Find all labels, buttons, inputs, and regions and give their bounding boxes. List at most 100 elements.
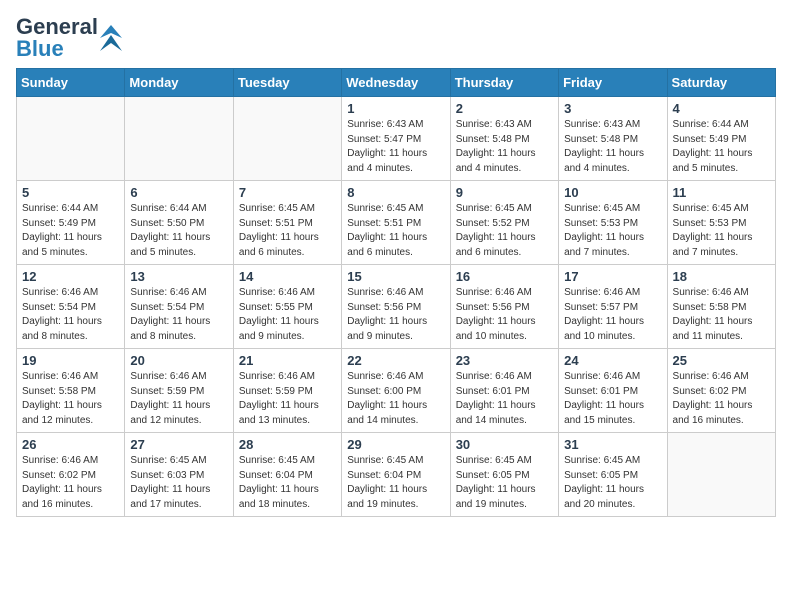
day-info: Sunrise: 6:43 AMSunset: 5:47 PMDaylight:… bbox=[347, 118, 444, 176]
calendar-cell bbox=[125, 97, 233, 181]
day-number: 26 bbox=[22, 437, 119, 452]
day-number: 6 bbox=[130, 185, 227, 200]
calendar-cell bbox=[233, 97, 341, 181]
day-number: 4 bbox=[673, 101, 770, 116]
day-info: Sunrise: 6:46 AMSunset: 5:56 PMDaylight:… bbox=[456, 286, 553, 344]
calendar-cell: 13Sunrise: 6:46 AMSunset: 5:54 PMDayligh… bbox=[125, 265, 233, 349]
day-number: 13 bbox=[130, 269, 227, 284]
day-number: 17 bbox=[564, 269, 661, 284]
day-info: Sunrise: 6:45 AMSunset: 5:53 PMDaylight:… bbox=[564, 202, 661, 260]
day-number: 24 bbox=[564, 353, 661, 368]
day-number: 8 bbox=[347, 185, 444, 200]
day-number: 22 bbox=[347, 353, 444, 368]
calendar-cell: 28 Sunrise: 6:45 AMSunset: 6:04 PMDayligh… bbox=[233, 433, 341, 517]
calendar-cell: 9Sunrise: 6:45 AMSunset: 5:52 PMDaylight… bbox=[450, 181, 558, 265]
calendar-cell: 2Sunrise: 6:43 AMSunset: 5:48 PMDaylight… bbox=[450, 97, 558, 181]
day-number: 7 bbox=[239, 185, 336, 200]
day-number: 5 bbox=[22, 185, 119, 200]
day-number: 11 bbox=[673, 185, 770, 200]
weekday-header-monday: Monday bbox=[125, 69, 233, 97]
day-number: 29 bbox=[347, 437, 444, 452]
day-number: 31 bbox=[564, 437, 661, 452]
calendar-cell: 11 Sunrise: 6:45 AMSunset: 5:53 PMDayligh… bbox=[667, 181, 775, 265]
day-number: 20 bbox=[130, 353, 227, 368]
day-info: Sunrise: 6:45 AMSunset: 6:05 PMDaylight:… bbox=[456, 454, 553, 512]
calendar-cell: 8Sunrise: 6:45 AMSunset: 5:51 PMDaylight… bbox=[342, 181, 450, 265]
calendar-cell: 7 Sunrise: 6:45 AMSunset: 5:51 PMDaylight… bbox=[233, 181, 341, 265]
weekday-header-tuesday: Tuesday bbox=[233, 69, 341, 97]
day-number: 19 bbox=[22, 353, 119, 368]
day-info: Sunrise: 6:46 AMSunset: 5:59 PMDaylight:… bbox=[239, 370, 336, 428]
calendar-cell: 5 Sunrise: 6:44 AMSunset: 5:49 PMDaylight… bbox=[17, 181, 125, 265]
day-number: 23 bbox=[456, 353, 553, 368]
day-number: 25 bbox=[673, 353, 770, 368]
day-number: 10 bbox=[564, 185, 661, 200]
weekday-header-thursday: Thursday bbox=[450, 69, 558, 97]
day-info: Sunrise: 6:46 AMSunset: 6:02 PMDaylight:… bbox=[22, 454, 119, 512]
day-number: 12 bbox=[22, 269, 119, 284]
calendar-cell: 27 Sunrise: 6:45 AMSunset: 6:03 PMDayligh… bbox=[125, 433, 233, 517]
day-info: Sunrise: 6:45 AMSunset: 6:03 PMDaylight:… bbox=[130, 454, 227, 512]
calendar-cell: 25 Sunrise: 6:46 AMSunset: 6:02 PMDayligh… bbox=[667, 349, 775, 433]
day-info: Sunrise: 6:46 AMSunset: 5:57 PMDaylight:… bbox=[564, 286, 661, 344]
day-info: Sunrise: 6:44 AMSunset: 5:50 PMDaylight:… bbox=[130, 202, 227, 260]
logo-blue-text: Blue bbox=[16, 38, 98, 60]
day-info: Sunrise: 6:46 AMSunset: 6:02 PMDaylight:… bbox=[673, 370, 770, 428]
day-info: Sunrise: 6:45 AMSunset: 6:04 PMDaylight:… bbox=[239, 454, 336, 512]
calendar-cell: 18 Sunrise: 6:46 AMSunset: 5:58 PMDayligh… bbox=[667, 265, 775, 349]
day-info: Sunrise: 6:44 AMSunset: 5:49 PMDaylight:… bbox=[22, 202, 119, 260]
weekday-header-saturday: Saturday bbox=[667, 69, 775, 97]
logo-container: General Blue bbox=[16, 16, 122, 60]
calendar-cell bbox=[17, 97, 125, 181]
day-number: 30 bbox=[456, 437, 553, 452]
calendar-week-4: 19 Sunrise: 6:46 AMSunset: 5:58 PMDayligh… bbox=[17, 349, 776, 433]
day-info: Sunrise: 6:46 AMSunset: 5:54 PMDaylight:… bbox=[22, 286, 119, 344]
day-info: Sunrise: 6:44 AMSunset: 5:49 PMDaylight:… bbox=[673, 118, 770, 176]
weekday-header-wednesday: Wednesday bbox=[342, 69, 450, 97]
calendar-cell: 24 Sunrise: 6:46 AMSunset: 6:01 PMDayligh… bbox=[559, 349, 667, 433]
calendar-cell: 4 Sunrise: 6:44 AMSunset: 5:49 PMDaylight… bbox=[667, 97, 775, 181]
calendar-cell: 19 Sunrise: 6:46 AMSunset: 5:58 PMDayligh… bbox=[17, 349, 125, 433]
calendar-cell: 12 Sunrise: 6:46 AMSunset: 5:54 PMDayligh… bbox=[17, 265, 125, 349]
calendar-cell: 23Sunrise: 6:46 AMSunset: 6:01 PMDayligh… bbox=[450, 349, 558, 433]
calendar-table: SundayMondayTuesdayWednesdayThursdayFrid… bbox=[16, 68, 776, 517]
calendar-cell: 14 Sunrise: 6:46 AMSunset: 5:55 PMDayligh… bbox=[233, 265, 341, 349]
day-number: 2 bbox=[456, 101, 553, 116]
day-number: 1 bbox=[347, 101, 444, 116]
logo-bird-icon bbox=[100, 23, 122, 53]
calendar-cell: 3Sunrise: 6:43 AMSunset: 5:48 PMDaylight… bbox=[559, 97, 667, 181]
day-number: 21 bbox=[239, 353, 336, 368]
day-info: Sunrise: 6:46 AMSunset: 5:55 PMDaylight:… bbox=[239, 286, 336, 344]
day-number: 3 bbox=[564, 101, 661, 116]
day-info: Sunrise: 6:45 AMSunset: 5:51 PMDaylight:… bbox=[239, 202, 336, 260]
day-info: Sunrise: 6:46 AMSunset: 5:59 PMDaylight:… bbox=[130, 370, 227, 428]
day-info: Sunrise: 6:46 AMSunset: 6:00 PMDaylight:… bbox=[347, 370, 444, 428]
day-number: 16 bbox=[456, 269, 553, 284]
day-info: Sunrise: 6:46 AMSunset: 5:58 PMDaylight:… bbox=[22, 370, 119, 428]
calendar-week-2: 5 Sunrise: 6:44 AMSunset: 5:49 PMDaylight… bbox=[17, 181, 776, 265]
calendar-week-1: 1 Sunrise: 6:43 AMSunset: 5:47 PMDaylight… bbox=[17, 97, 776, 181]
calendar-cell: 22 Sunrise: 6:46 AMSunset: 6:00 PMDayligh… bbox=[342, 349, 450, 433]
day-number: 28 bbox=[239, 437, 336, 452]
calendar-cell bbox=[667, 433, 775, 517]
calendar-cell: 10 Sunrise: 6:45 AMSunset: 5:53 PMDayligh… bbox=[559, 181, 667, 265]
calendar-cell: 17 Sunrise: 6:46 AMSunset: 5:57 PMDayligh… bbox=[559, 265, 667, 349]
day-info: Sunrise: 6:45 AMSunset: 6:05 PMDaylight:… bbox=[564, 454, 661, 512]
day-number: 9 bbox=[456, 185, 553, 200]
weekday-header-row: SundayMondayTuesdayWednesdayThursdayFrid… bbox=[17, 69, 776, 97]
calendar-week-3: 12 Sunrise: 6:46 AMSunset: 5:54 PMDayligh… bbox=[17, 265, 776, 349]
calendar-cell: 30 Sunrise: 6:45 AMSunset: 6:05 PMDayligh… bbox=[450, 433, 558, 517]
weekday-header-friday: Friday bbox=[559, 69, 667, 97]
calendar-cell: 15Sunrise: 6:46 AMSunset: 5:56 PMDayligh… bbox=[342, 265, 450, 349]
logo: General Blue bbox=[16, 16, 122, 60]
calendar-cell: 29Sunrise: 6:45 AMSunset: 6:04 PMDayligh… bbox=[342, 433, 450, 517]
day-info: Sunrise: 6:46 AMSunset: 6:01 PMDaylight:… bbox=[564, 370, 661, 428]
day-number: 14 bbox=[239, 269, 336, 284]
day-info: Sunrise: 6:46 AMSunset: 5:56 PMDaylight:… bbox=[347, 286, 444, 344]
day-info: Sunrise: 6:46 AMSunset: 5:58 PMDaylight:… bbox=[673, 286, 770, 344]
calendar-cell: 6 Sunrise: 6:44 AMSunset: 5:50 PMDaylight… bbox=[125, 181, 233, 265]
day-number: 27 bbox=[130, 437, 227, 452]
day-number: 18 bbox=[673, 269, 770, 284]
day-info: Sunrise: 6:45 AMSunset: 5:53 PMDaylight:… bbox=[673, 202, 770, 260]
calendar-cell: 16 Sunrise: 6:46 AMSunset: 5:56 PMDayligh… bbox=[450, 265, 558, 349]
